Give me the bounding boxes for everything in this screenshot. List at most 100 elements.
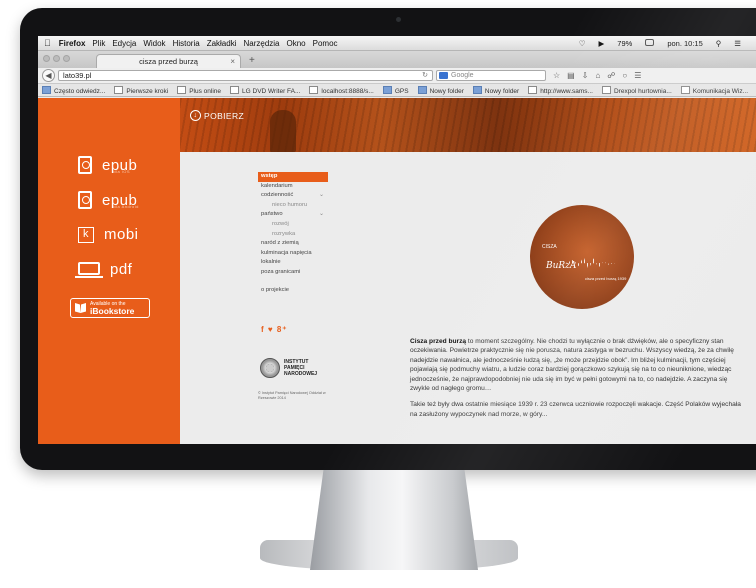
menu-item[interactable]: poza granicami xyxy=(258,268,328,278)
ipn-logo[interactable]: INSTYTUT PAMIĘCI NARODOWEJ xyxy=(260,358,317,378)
epub-icon xyxy=(78,156,92,174)
menu-subitem[interactable]: rozrywka xyxy=(258,230,328,240)
disc-caption: cisza przed burzą 1939 xyxy=(585,276,627,281)
tab-title: cisza przed burzą xyxy=(139,57,198,66)
download-sidebar: epub dla iOS epub dla Android k mobi pdf xyxy=(38,98,180,444)
sync-icon[interactable]: ○ xyxy=(622,71,627,80)
bookmark-item[interactable]: LG DVD Writer FA... xyxy=(230,86,300,95)
download-button[interactable]: ↓ POBIERZ xyxy=(190,110,244,121)
section-menu: wstęp kalendarium codzienność ⌄ nieco hum… xyxy=(258,172,328,295)
apple-icon[interactable]:  xyxy=(44,38,51,48)
download-mobi[interactable]: k mobi xyxy=(78,226,139,243)
menu-subitem[interactable]: nieco humoru xyxy=(258,201,328,211)
bookmark-item[interactable]: http://www.sams... xyxy=(528,86,593,95)
article-lead: Cisza przed burzą xyxy=(410,338,467,345)
chevron-down-icon[interactable]: ⌄ xyxy=(319,191,324,201)
menu-item[interactable]: lokalnie xyxy=(258,258,328,268)
ibookstore-line2: iBookstore xyxy=(90,305,135,316)
disc-title: BuRzA xyxy=(546,261,577,271)
laptop-icon xyxy=(75,261,103,278)
bookmark-item[interactable]: GPS xyxy=(383,86,409,95)
bookmark-item[interactable]: Drexpol hurtownia... xyxy=(602,86,672,95)
notification-icon[interactable]: ☰ xyxy=(734,39,741,48)
menu-history[interactable]: Historia xyxy=(173,39,200,48)
download-epub-ios[interactable]: epub dla iOS xyxy=(78,156,137,174)
download-label: mobi xyxy=(104,226,139,243)
new-tab-button[interactable]: + xyxy=(249,54,255,68)
bookmark-item[interactable]: localhost:8888/s... xyxy=(309,86,373,95)
social-links[interactable]: f ♥ 8⁺ xyxy=(261,325,288,334)
menu-subitem[interactable]: rozwój xyxy=(258,220,328,230)
spotlight-icon[interactable]: ⚲ xyxy=(716,39,722,48)
menu-item[interactable]: kulminacja napięcia xyxy=(258,249,328,259)
menu-tools[interactable]: Narzędzia xyxy=(243,39,279,48)
bookmark-item[interactable]: Nowy folder xyxy=(473,86,519,95)
menu-spacer xyxy=(258,278,328,286)
close-window-button[interactable] xyxy=(43,55,50,62)
minimize-window-button[interactable] xyxy=(53,55,60,62)
menu-bookmarks[interactable]: Zakładki xyxy=(207,39,237,48)
bookmark-item[interactable]: Często odwiedz... xyxy=(42,86,105,95)
menu-help[interactable]: Pomoc xyxy=(313,39,338,48)
wifi-icon[interactable]: ♡ xyxy=(579,39,586,48)
app-menu[interactable]: Firefox xyxy=(59,39,86,48)
ibookstore-badge[interactable]: Available on the iBookstore xyxy=(70,298,150,318)
bookmark-item[interactable]: Komunikacja Wiz... xyxy=(681,86,748,95)
clock[interactable]: pon. 10:15 xyxy=(667,39,702,48)
menu-file[interactable]: Plik xyxy=(92,39,105,48)
menu-view[interactable]: Widok xyxy=(143,39,165,48)
download-icon[interactable]: ⇩ xyxy=(582,71,589,80)
battery-percent[interactable]: 79% xyxy=(617,39,632,48)
copyright-note: © Instytut Pamięci Narodowej Oddział w R… xyxy=(258,391,326,400)
home-icon[interactable]: ⌂ xyxy=(595,71,600,80)
menu-edit[interactable]: Edycja xyxy=(112,39,136,48)
bookmarks-bar: Często odwiedz... Pierwsze kroki Plus on… xyxy=(38,84,756,97)
close-tab-icon[interactable]: × xyxy=(230,55,235,68)
article-paragraph: Cisza przed burzą to moment szczególny. … xyxy=(410,337,746,393)
article-text: Cisza przed burzą to moment szczególny. … xyxy=(410,337,746,426)
menu-item-panstwo[interactable]: państwo ⌄ xyxy=(258,210,328,220)
web-page: epub dla iOS epub dla Android k mobi pdf xyxy=(38,98,756,444)
menu-item-wstep[interactable]: wstęp xyxy=(258,172,328,182)
download-sublabel: dla iOS xyxy=(113,168,130,174)
url-bar[interactable]: lato39.pl ↻ xyxy=(58,70,433,81)
addon-icon[interactable]: ☍ xyxy=(607,71,615,80)
reload-icon[interactable]: ↻ xyxy=(422,71,428,81)
back-button[interactable]: ◀ xyxy=(42,69,55,82)
menu-item-kalendarium[interactable]: kalendarium xyxy=(258,182,328,192)
banner-figure xyxy=(270,110,296,152)
zoom-window-button[interactable] xyxy=(63,55,70,62)
menu-item-about[interactable]: o projekcie xyxy=(258,286,328,296)
hamburger-menu-icon[interactable]: ☰ xyxy=(634,71,641,80)
menu-item[interactable]: naród z ziemią xyxy=(258,239,328,249)
active-tab[interactable]: cisza przed burzą × xyxy=(96,54,241,68)
library-icon[interactable]: ▤ xyxy=(567,71,575,80)
cover-disc: CISZA BuRzA cisza przed burzą 1939 xyxy=(530,205,634,309)
search-input[interactable]: Google xyxy=(436,70,546,81)
volume-icon[interactable]: ▶ xyxy=(599,39,605,48)
star-icon[interactable]: ☆ xyxy=(553,71,560,80)
bookmark-item[interactable]: Pierwsze kroki xyxy=(114,86,168,95)
screen:  Firefox Plik Edycja Widok Historia Zak… xyxy=(38,36,756,444)
os-menu-bar:  Firefox Plik Edycja Widok Historia Zak… xyxy=(38,36,756,51)
download-sublabel: dla Android xyxy=(113,203,139,209)
battery-icon[interactable] xyxy=(645,38,655,46)
menu-window[interactable]: Okno xyxy=(287,39,306,48)
article-paragraph: Takie też były dwa ostatnie miesiące 193… xyxy=(410,401,741,418)
menu-item-label: codzienność xyxy=(261,192,294,199)
epub-icon xyxy=(78,191,92,209)
disc-small-text: CISZA xyxy=(542,244,557,250)
search-placeholder: Google xyxy=(451,72,474,79)
chevron-down-icon[interactable]: ⌄ xyxy=(319,210,324,220)
bookmark-item[interactable]: Plus online xyxy=(177,86,221,95)
download-epub-android[interactable]: epub dla Android xyxy=(78,191,139,209)
download-pdf[interactable]: pdf xyxy=(75,261,133,278)
menu-item-codziennosc[interactable]: codzienność ⌄ xyxy=(258,191,328,201)
bookmark-item[interactable]: Nowy folder xyxy=(418,86,464,95)
status-area: ♡ ▶ 79% pon. 10:15 ⚲ ☰ xyxy=(579,38,756,48)
logo-line: NARODOWEJ xyxy=(284,371,318,377)
article-body: to moment szczególny. Nie chodzi tu wyłą… xyxy=(410,338,734,393)
webcam xyxy=(396,17,401,22)
download-label: pdf xyxy=(110,261,133,278)
toolbar-icons: ☆ ▤ ⇩ ⌂ ☍ ○ ☰ xyxy=(553,71,641,80)
